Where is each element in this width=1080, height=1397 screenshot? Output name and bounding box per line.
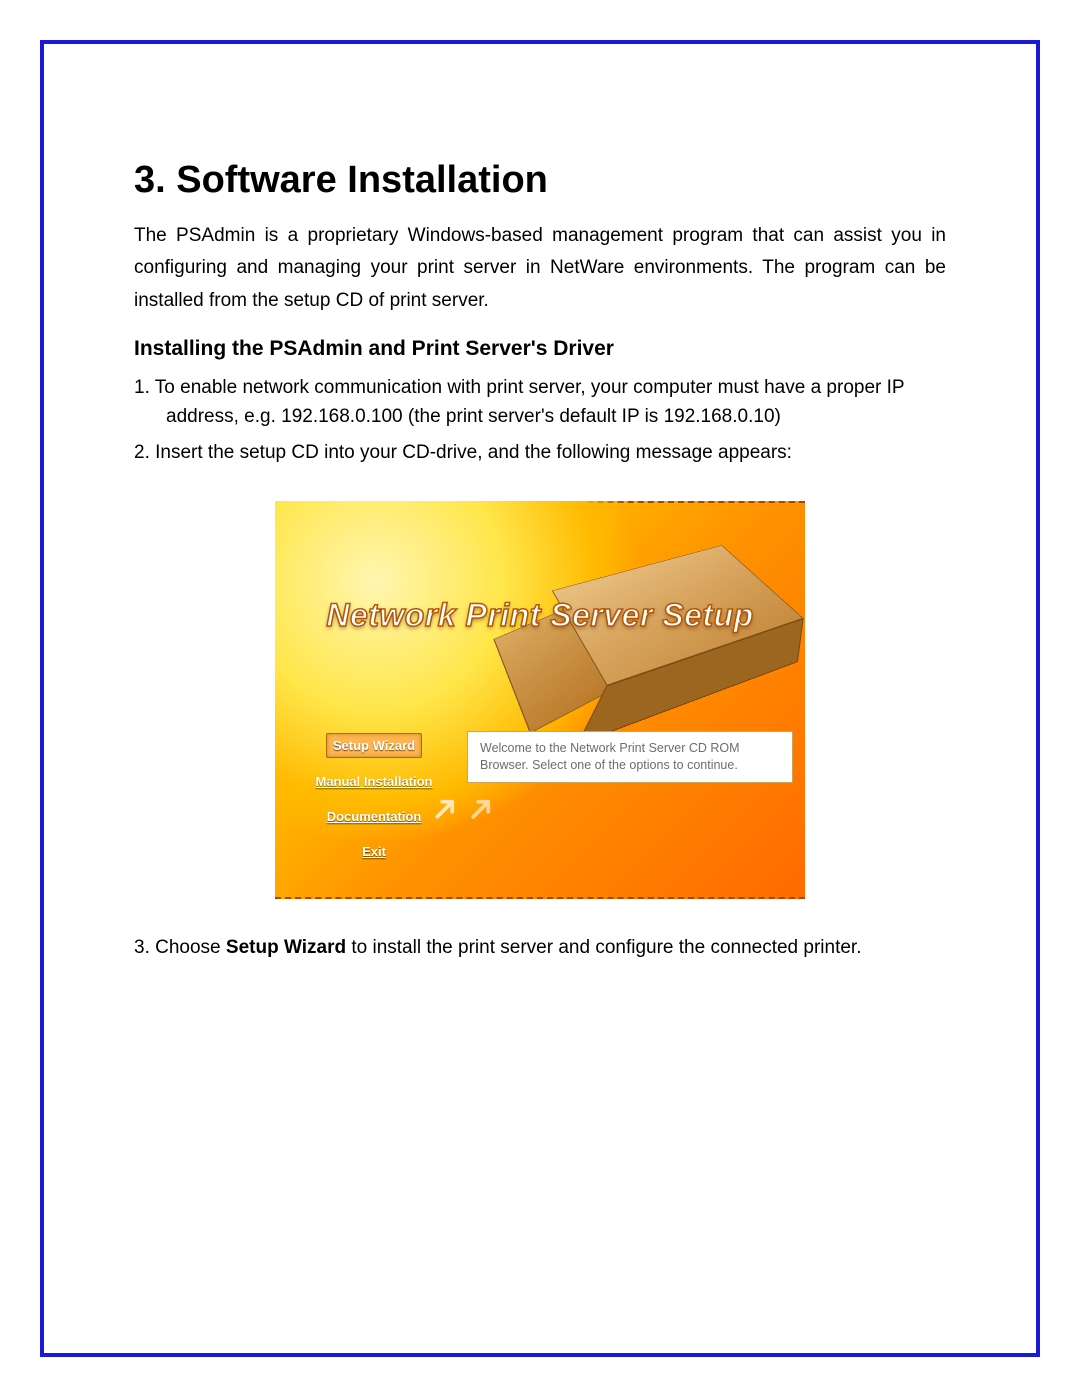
step-3-suffix: to install the print server and configur… [346,937,861,958]
step-1-line-1: 1. To enable network communication with … [134,377,905,398]
menu-setup-wizard[interactable]: Setup Wizard [326,733,422,758]
section-heading: 3. Software Installation [134,159,946,202]
screenshot-container: Network Print Server Setup Setup Wizard … [134,501,946,899]
page-frame: 3. Software Installation The PSAdmin is … [40,40,1040,1357]
menu-documentation[interactable]: Documentation [321,805,428,828]
intro-paragraph: The PSAdmin is a proprietary Windows-bas… [134,220,946,317]
step-3-prefix: 3. Choose [134,937,226,958]
step-3-bold: Setup Wizard [226,937,346,958]
step-2: 2. Insert the setup CD into your CD-driv… [134,438,946,467]
installer-screenshot: Network Print Server Setup Setup Wizard … [275,501,805,899]
arrow-up-right-icon [431,793,461,823]
installer-menu: Setup Wizard Manual Installation Documen… [299,733,449,863]
subsection-heading: Installing the PSAdmin and Print Server'… [134,337,946,361]
menu-exit[interactable]: Exit [356,840,392,863]
step-1: 1. To enable network communication with … [134,373,946,432]
arrow-icons [431,793,497,823]
welcome-panel: Welcome to the Network Print Server CD R… [467,731,793,783]
step-1-line-2: address, e.g. 192.168.0.100 (the print s… [134,402,946,431]
installer-title: Network Print Server Setup [275,597,805,634]
step-3: 3. Choose Setup Wizard to install the pr… [134,933,946,962]
arrow-up-right-icon [467,793,497,823]
menu-manual-installation[interactable]: Manual Installation [309,770,438,793]
